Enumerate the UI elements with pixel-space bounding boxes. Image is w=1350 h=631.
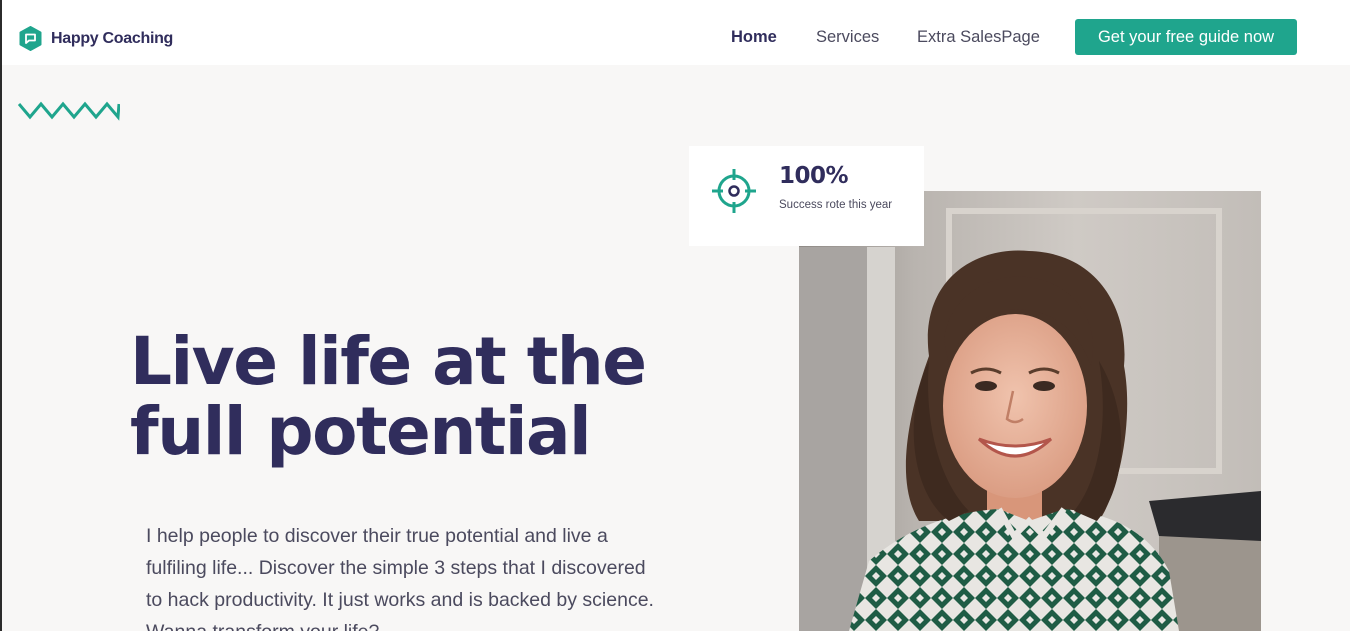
stat-value: 100%	[779, 163, 849, 189]
nav-services[interactable]: Services	[816, 28, 879, 47]
nav-extra-salespage[interactable]: Extra SalesPage	[917, 28, 1040, 47]
hero-headline-line-2: full potential	[130, 393, 592, 470]
portrait-illustration	[799, 191, 1261, 631]
success-stat-card: 100% Success rote this year	[689, 146, 924, 246]
chat-bubble-icon	[19, 26, 42, 51]
brand-logo-link[interactable]: Happy Coaching	[18, 26, 173, 51]
nav-home[interactable]: Home	[731, 28, 777, 47]
hero-headline: Live life at the full potential	[130, 327, 690, 467]
target-icon	[712, 169, 756, 213]
coach-portrait-photo	[799, 191, 1261, 631]
hero-lead-text: I help people to discover their true pot…	[146, 525, 654, 631]
brand-name: Happy Coaching	[51, 29, 174, 47]
zigzag-decoration	[18, 101, 120, 121]
get-free-guide-button[interactable]: Get your free guide now	[1075, 19, 1297, 55]
site-header: Happy Coaching Home Services Extra Sales…	[2, 0, 1350, 65]
page: Happy Coaching Home Services Extra Sales…	[0, 0, 1350, 631]
window-edge	[0, 0, 2, 631]
hero-headline-line-1: Live life at the	[130, 323, 647, 400]
stat-label: Success rote this year	[779, 199, 893, 211]
